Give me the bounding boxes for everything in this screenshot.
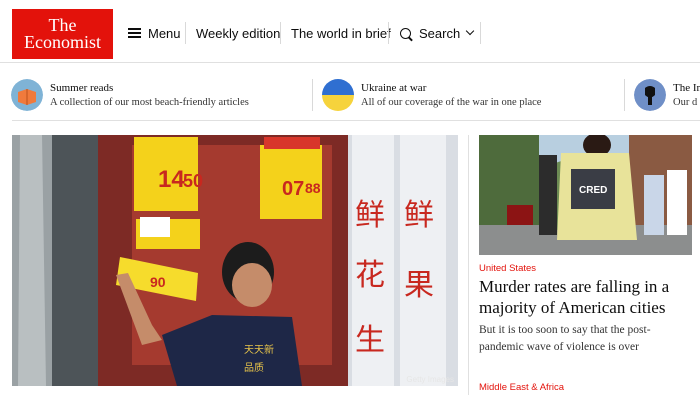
world-in-brief-label: The world in brief	[291, 25, 391, 41]
topic-summer-reads[interactable]: Summer reads A collection of our most be…	[11, 79, 301, 113]
topic-divider	[624, 79, 625, 111]
logo-line-2: Economist	[24, 32, 101, 52]
topic-divider	[312, 79, 313, 111]
topic-subtitle: All of our coverage of the war in one pl…	[361, 97, 542, 108]
next-section-label[interactable]: Middle East & Africa	[479, 382, 564, 393]
topic-partial[interactable]: The In Our d	[634, 79, 700, 113]
topic-title: Summer reads	[50, 82, 114, 94]
story-section-label[interactable]: United States	[479, 263, 536, 274]
story-headline[interactable]: Murder rates are falling in a majority o…	[479, 276, 694, 318]
inner-icon	[634, 79, 666, 111]
price-tag-2: 07	[282, 178, 304, 200]
price-tag-2b: 88	[305, 180, 321, 196]
book-icon	[11, 79, 43, 111]
weekly-edition-label: Weekly edition	[196, 25, 281, 41]
menu-label: Menu	[148, 25, 181, 41]
world-in-brief-link[interactable]: The world in brief	[291, 22, 391, 44]
nav-divider	[280, 22, 281, 44]
price-tag-3: 90	[150, 274, 166, 290]
nav-divider	[185, 22, 186, 44]
search-label: Search	[419, 25, 461, 41]
svg-text:生: 生	[355, 324, 385, 357]
svg-text:天天新: 天天新	[244, 343, 274, 356]
topic-title: The In	[673, 82, 700, 94]
story-subheading: But it is too soon to say that the post-…	[479, 324, 651, 353]
chevron-down-icon	[465, 26, 475, 36]
hero-image[interactable]: 14 50 07 88 90 天天新 品质 鲜 花 生 鲜 果 Getty Im…	[12, 135, 458, 386]
price-tag-1: 14	[158, 166, 185, 193]
svg-text:鲜: 鲜	[404, 199, 434, 232]
divider	[12, 120, 700, 121]
topic-ukraine-at-war[interactable]: Ukraine at war All of our coverage of th…	[322, 79, 612, 113]
search-button[interactable]: Search	[400, 22, 475, 44]
price-tag-1b: 50	[183, 171, 203, 191]
nav-divider	[388, 22, 389, 44]
svg-text:鲜: 鲜	[355, 199, 385, 232]
topic-subtitle: A collection of our most beach-friendly …	[50, 97, 249, 108]
svg-text:花: 花	[355, 259, 385, 292]
topic-title: Ukraine at war	[361, 82, 427, 94]
hamburger-icon	[128, 28, 141, 38]
top-navigation: The Economist Menu Weekly edition The wo…	[0, 0, 700, 63]
search-icon	[400, 27, 411, 39]
column-divider	[468, 135, 469, 395]
menu-button[interactable]: Menu	[128, 22, 181, 44]
svg-text:品质: 品质	[244, 362, 264, 374]
nav-divider	[480, 22, 481, 44]
economist-logo[interactable]: The Economist	[12, 9, 113, 59]
topic-subtitle: Our d	[673, 97, 698, 108]
shirt-print: CRED	[579, 185, 607, 196]
story-image[interactable]: CRED	[479, 135, 692, 255]
weekly-edition-link[interactable]: Weekly edition	[196, 22, 280, 44]
ukraine-flag-icon	[322, 79, 354, 111]
image-credit: Getty Images	[406, 375, 454, 384]
svg-text:果: 果	[404, 269, 434, 302]
